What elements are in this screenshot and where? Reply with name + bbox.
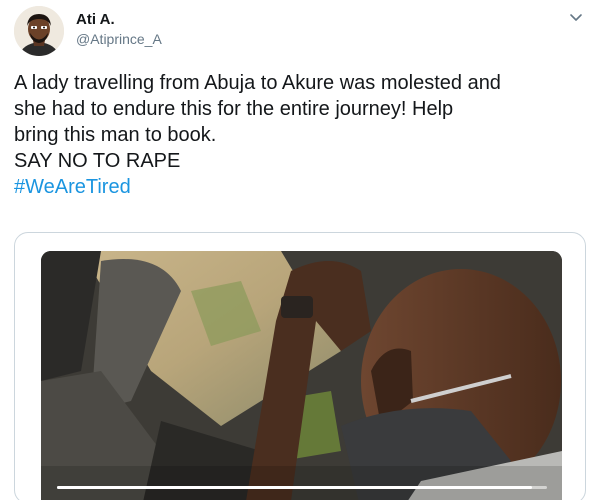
tweet-text: A lady travelling from Abuja to Akure wa… bbox=[14, 70, 584, 200]
video-progress-bar[interactable] bbox=[57, 486, 547, 489]
user-handle[interactable]: @Atiprince_A bbox=[76, 30, 162, 48]
hashtag-link[interactable]: #WeAreTired bbox=[14, 174, 584, 200]
tweet-card: Ati A. @Atiprince_A A lady travelling fr… bbox=[0, 0, 590, 500]
tweet-text-line: she had to endure this for the entire jo… bbox=[14, 98, 454, 120]
cartoon-avatar-icon bbox=[14, 6, 64, 56]
chevron-down-icon[interactable] bbox=[569, 13, 583, 23]
video-frame bbox=[41, 251, 562, 500]
media-card[interactable] bbox=[14, 232, 586, 500]
video-player[interactable] bbox=[41, 251, 562, 500]
author-info[interactable]: Ati A. @Atiprince_A bbox=[76, 10, 162, 48]
tweet-text-line: A lady travelling from Abuja to Akure wa… bbox=[14, 72, 501, 94]
avatar[interactable] bbox=[14, 6, 64, 56]
display-name[interactable]: Ati A. bbox=[76, 10, 162, 29]
tweet-text-line: bring this man to book. bbox=[14, 124, 217, 146]
video-progress-fill bbox=[57, 486, 533, 489]
tweet-text-line: SAY NO TO RAPE bbox=[14, 150, 181, 172]
